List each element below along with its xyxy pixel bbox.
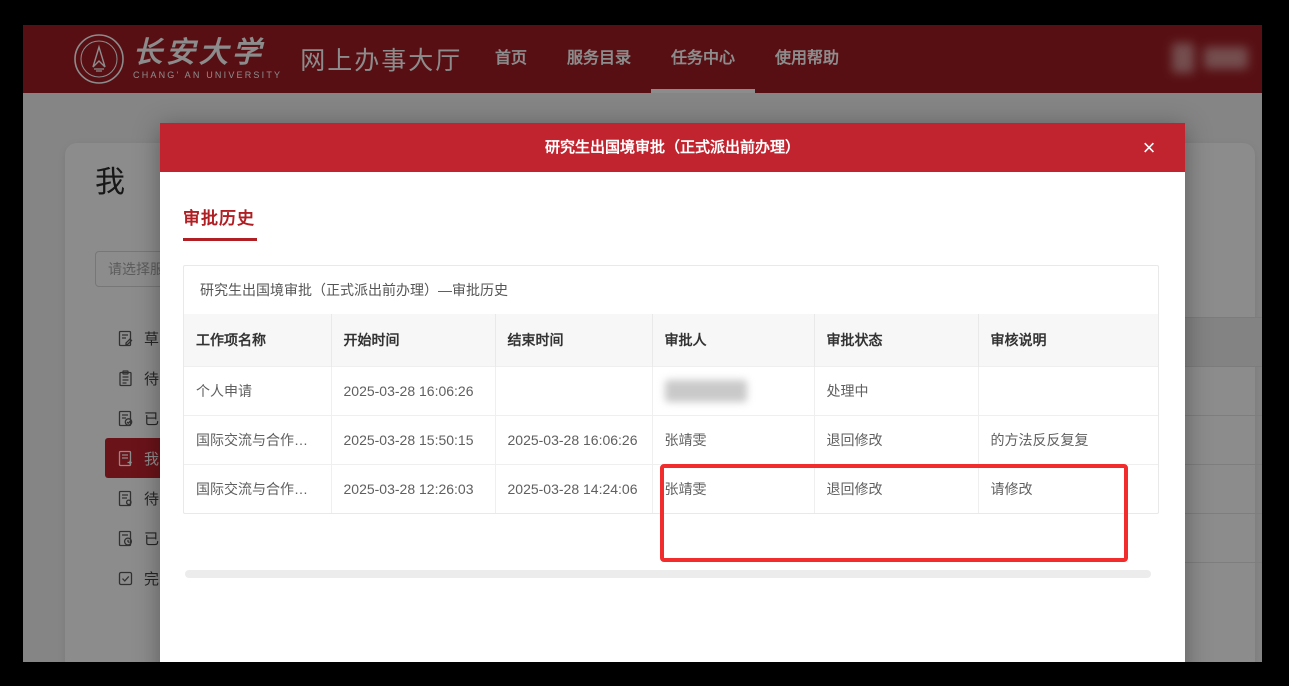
cell-approver: 张靖雯 [652, 464, 814, 513]
column-header: 开始时间 [331, 314, 495, 366]
cell-note [978, 366, 1158, 415]
column-header: 工作项名称 [184, 314, 331, 366]
cell-approver [652, 366, 814, 415]
cell-note: 的方法反反复复 [978, 415, 1158, 464]
cell-item: 国际交流与合作处... [184, 415, 331, 464]
cell-note: 请修改 [978, 464, 1158, 513]
cell-start: 2025-03-28 16:06:26 [331, 366, 495, 415]
column-header: 结束时间 [495, 314, 652, 366]
table-row: 国际交流与合作处... 2025-03-28 15:50:15 2025-03-… [184, 415, 1158, 464]
horizontal-scrollbar[interactable] [185, 570, 1151, 578]
section-title-underline [183, 238, 257, 241]
modal-body: 审批历史 研究生出国境审批（正式派出前办理）—审批历史 工作项名称 开始时间 [160, 172, 1185, 662]
column-header: 审批状态 [814, 314, 978, 366]
approval-history-table: 研究生出国境审批（正式派出前办理）—审批历史 工作项名称 开始时间 结束时间 审… [183, 265, 1159, 514]
cell-item: 国际交流与合作处... [184, 464, 331, 513]
cell-status: 处理中 [814, 366, 978, 415]
table-row: 个人申请 2025-03-28 16:06:26 处理中 [184, 366, 1158, 415]
table-row: 国际交流与合作处... 2025-03-28 12:26:03 2025-03-… [184, 464, 1158, 513]
cell-status: 退回修改 [814, 464, 978, 513]
approval-history-modal: 研究生出国境审批（正式派出前办理） × 审批历史 研究生出国境审批（正式派出前办… [160, 123, 1185, 662]
column-header: 审批人 [652, 314, 814, 366]
modal-header: 研究生出国境审批（正式派出前办理） × [160, 123, 1185, 172]
cell-end: 2025-03-28 16:06:26 [495, 415, 652, 464]
table-caption: 研究生出国境审批（正式派出前办理）—审批历史 [184, 266, 1158, 314]
close-icon[interactable]: × [1135, 134, 1163, 162]
cell-status: 退回修改 [814, 415, 978, 464]
cell-approver: 张靖雯 [652, 415, 814, 464]
cell-start: 2025-03-28 15:50:15 [331, 415, 495, 464]
approver-name-redacted [665, 380, 747, 402]
column-header: 审核说明 [978, 314, 1158, 366]
screenshot-frame: 长安大学 CHANG' AN UNIVERSITY 网上办事大厅 首页 服务目录… [0, 0, 1289, 686]
cell-end [495, 366, 652, 415]
table-header-row: 工作项名称 开始时间 结束时间 审批人 审批状态 审核说明 [184, 314, 1158, 366]
cell-item: 个人申请 [184, 366, 331, 415]
modal-title: 研究生出国境审批（正式派出前办理） [160, 123, 1185, 172]
cell-end: 2025-03-28 14:24:06 [495, 464, 652, 513]
browser-viewport: 长安大学 CHANG' AN UNIVERSITY 网上办事大厅 首页 服务目录… [23, 25, 1262, 662]
cell-start: 2025-03-28 12:26:03 [331, 464, 495, 513]
section-title: 审批历史 [183, 204, 255, 229]
